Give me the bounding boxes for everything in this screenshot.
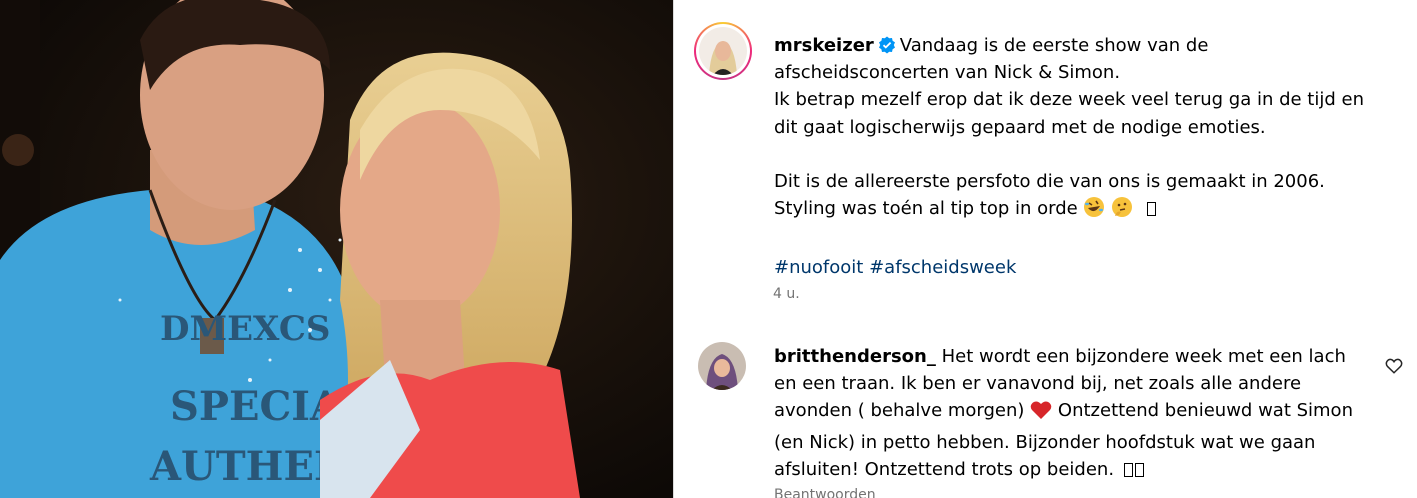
red-heart-emoji — [1030, 400, 1052, 428]
caption-line-2: Ik betrap mezelf erop dat ik deze week v… — [774, 89, 1364, 138]
post-username[interactable]: mrskeizer — [774, 35, 874, 56]
comment-username[interactable]: britthenderson_ — [774, 346, 936, 367]
unrendered-glyph — [1123, 462, 1133, 477]
rolling-laughing-emoji — [1083, 196, 1105, 226]
author-avatar[interactable] — [694, 22, 752, 80]
caption-line-4: Styling was toén al tip top in orde — [774, 198, 1078, 220]
svg-text:DMEXCS: DMEXCS — [160, 309, 330, 349]
unrendered-glyph — [1134, 462, 1144, 477]
hashtag-2[interactable]: #afscheidsweek — [869, 257, 1016, 278]
reply-link[interactable]: Beantwoorden — [774, 487, 876, 498]
commenter-avatar[interactable] — [698, 342, 746, 390]
comments-panel: mrskeizer Vandaag is de eerste show van d… — [674, 0, 1417, 498]
verified-badge-icon — [878, 35, 896, 54]
comment-body: britthenderson_ Het wordt een bijzondere… — [774, 343, 1354, 483]
post-caption: mrskeizer Vandaag is de eerste show van d… — [774, 32, 1374, 281]
post-timestamp[interactable]: 4 u. — [773, 286, 800, 302]
post-photo: DMEXCS SPECIAL AUTHENTIC — [0, 0, 673, 498]
unrendered-glyph — [1146, 202, 1156, 217]
caption-line-3: Dit is de allereerste persfoto die van o… — [774, 171, 1325, 192]
thinking-emoji — [1111, 196, 1133, 226]
heart-outline-icon[interactable] — [1385, 357, 1403, 375]
hashtag-1[interactable]: #nuofooit — [774, 257, 863, 278]
